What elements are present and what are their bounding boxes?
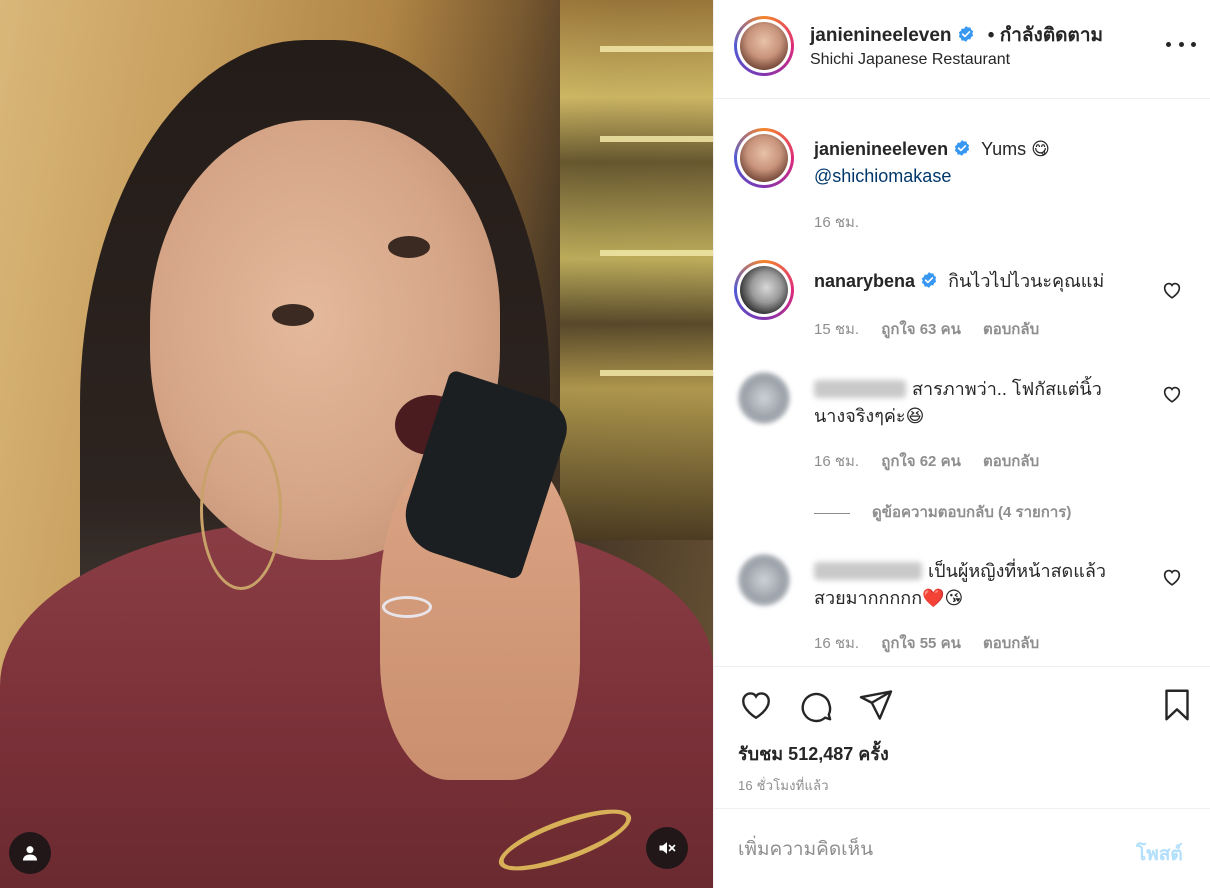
like-comment-heart-icon[interactable] <box>1161 383 1183 405</box>
blurred-commenter-avatar[interactable] <box>738 554 790 606</box>
background-shelves <box>560 0 713 540</box>
comment-likes[interactable]: ถูกใจ 62 คน <box>881 453 961 470</box>
comment-likes[interactable]: ถูกใจ 55 คน <box>881 635 961 652</box>
like-heart-icon[interactable] <box>738 687 774 723</box>
more-options-icon[interactable] <box>1166 42 1196 50</box>
shelf-light <box>600 370 713 376</box>
comment-meta: 15 ชม. ถูกใจ 63 คน ตอบกลับ <box>814 317 1039 341</box>
unmute-button[interactable] <box>646 827 688 869</box>
comment-likes[interactable]: ถูกใจ 63 คน <box>881 321 961 338</box>
post-actions: รับชม 512,487 ครั้ง 16 ชั่วโมงที่แล้ว <box>714 666 1210 808</box>
post-timestamp[interactable]: 16 ชั่วโมงที่แล้ว <box>738 775 829 796</box>
comment-body-line1: สารภาพว่า.. โฟกัสแต่นิ้ว <box>912 379 1102 399</box>
comment-text: nanarybena กินไวไปไวนะคุณแม่ <box>814 268 1154 295</box>
like-comment-heart-icon[interactable] <box>1161 566 1183 588</box>
author-avatar[interactable] <box>734 16 794 76</box>
caption-avatar[interactable] <box>734 128 794 188</box>
post-comment-button[interactable]: โพสต์ <box>1136 839 1183 869</box>
hoop-earring <box>200 430 282 590</box>
blurred-commenter-username[interactable] <box>814 562 922 580</box>
view-replies-label: ดูข้อความตอบกลับ (4 รายการ) <box>872 504 1072 521</box>
comment-body-line2: นางจริงๆค่ะ😆 <box>814 406 925 426</box>
comment-time[interactable]: 16 ชม. <box>814 635 859 652</box>
comment-text: เป็นผู้หญิงที่หน้าสดแล้ว สวยมากกกกก❤️😘 <box>814 558 1154 612</box>
comment-body-line2: สวยมากกกกก❤️😘 <box>814 588 964 608</box>
add-comment-input[interactable] <box>738 835 1118 865</box>
post-location[interactable]: Shichi Japanese Restaurant <box>810 51 1010 69</box>
blurred-commenter-avatar[interactable] <box>738 372 790 424</box>
commenter-username[interactable]: nanarybena <box>814 271 915 291</box>
blurred-commenter-username[interactable] <box>814 380 906 398</box>
like-comment-heart-icon[interactable] <box>1161 279 1183 301</box>
person-eye <box>272 304 314 326</box>
shelf-light <box>600 46 713 52</box>
tagged-users-button[interactable] <box>9 832 51 874</box>
caption-body: Yums 😋 <box>981 139 1050 159</box>
share-paper-plane-icon[interactable] <box>858 687 894 723</box>
caption-username[interactable]: janienineeleven <box>814 139 948 159</box>
view-count[interactable]: รับชม 512,487 ครั้ง <box>738 739 889 768</box>
header-title-row: janienineeleven • กำลังติดตาม <box>810 20 1103 50</box>
shelf-light <box>600 250 713 256</box>
post-video[interactable] <box>0 0 713 888</box>
comment-time[interactable]: 15 ชม. <box>814 321 859 338</box>
caption-time[interactable]: 16 ชม. <box>814 210 859 234</box>
comment-meta: 16 ชม. ถูกใจ 62 คน ตอบกลับ <box>814 449 1039 473</box>
shelf-light <box>600 136 713 142</box>
comment-meta: 16 ชม. ถูกใจ 55 คน ตอบกลับ <box>814 631 1039 655</box>
muted-speaker-icon <box>659 842 676 854</box>
caption-text: janienineeleven Yums 😋 @shichiomakase <box>814 136 1154 190</box>
post-details-panel: janienineeleven • กำลังติดตาม Shichi Jap… <box>713 0 1210 888</box>
verified-badge-icon <box>921 272 937 288</box>
comment-time[interactable]: 16 ชม. <box>814 453 859 470</box>
caption-mention[interactable]: @shichiomakase <box>814 166 951 186</box>
verified-badge-icon <box>958 26 973 42</box>
view-replies-button[interactable]: ดูข้อความตอบกลับ (4 รายการ) <box>814 500 1071 524</box>
comment-bubble-icon[interactable] <box>798 687 834 723</box>
author-username[interactable]: janienineeleven <box>810 25 952 46</box>
post-header: janienineeleven • กำลังติดตาม Shichi Jap… <box>714 0 1210 99</box>
user-icon <box>22 846 38 861</box>
following-status[interactable]: • กำลังติดตาม <box>988 25 1103 46</box>
comment-body-line1: เป็นผู้หญิงที่หน้าสดแล้ว <box>928 561 1106 581</box>
reply-button[interactable]: ตอบกลับ <box>983 321 1039 338</box>
reply-button[interactable]: ตอบกลับ <box>983 635 1039 652</box>
commenter-avatar[interactable] <box>734 260 794 320</box>
finger-ring <box>382 596 432 618</box>
comment-body: กินไวไปไวนะคุณแม่ <box>948 271 1105 291</box>
comment-composer: โพสต์ <box>714 808 1210 888</box>
person-eye <box>388 236 430 258</box>
save-bookmark-icon[interactable] <box>1159 687 1195 723</box>
comment-text: สารภาพว่า.. โฟกัสแต่นิ้ว นางจริงๆค่ะ😆 <box>814 376 1154 430</box>
reply-button[interactable]: ตอบกลับ <box>983 453 1039 470</box>
verified-badge-icon <box>954 140 970 156</box>
comments-list: janienineeleven Yums 😋 @shichiomakase 16… <box>714 100 1210 666</box>
divider <box>814 512 850 514</box>
